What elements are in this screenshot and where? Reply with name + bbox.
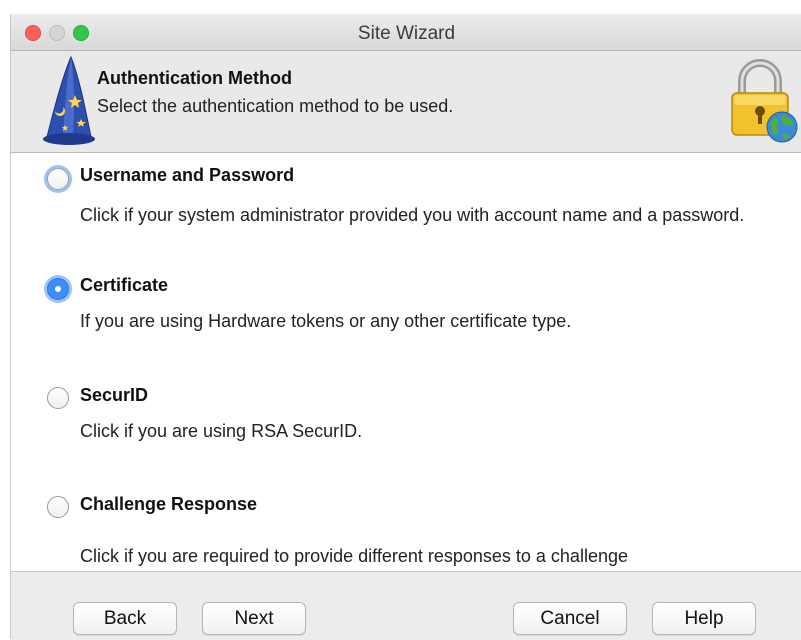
wizard-hat-icon: [43, 55, 95, 145]
radio-challenge-response[interactable]: [47, 496, 69, 518]
radio-securid[interactable]: [47, 387, 69, 409]
cancel-button[interactable]: Cancel: [513, 602, 627, 635]
back-button[interactable]: Back: [73, 602, 177, 635]
title-bar[interactable]: Site Wizard: [11, 14, 801, 51]
option-label[interactable]: SecurID: [80, 385, 148, 406]
auth-options-panel: Username and Password Click if your syst…: [11, 153, 801, 571]
option-label[interactable]: Challenge Response: [80, 494, 257, 515]
radio-username-password[interactable]: [47, 168, 69, 190]
option-description: Click if your system administrator provi…: [80, 205, 745, 225]
help-button[interactable]: Help: [652, 602, 756, 635]
option-description: Click if you are required to provide dif…: [80, 546, 628, 566]
lock-globe-icon: [731, 59, 798, 143]
header-subtitle: Select the authentication method to be u…: [97, 96, 454, 116]
window-title: Site Wizard: [357, 23, 456, 44]
header-title: Authentication Method: [97, 68, 292, 88]
option-label[interactable]: Username and Password: [80, 165, 294, 186]
wizard-header: Authentication Method Select the authent…: [11, 51, 801, 153]
option-label[interactable]: Certificate: [80, 275, 168, 296]
option-description: If you are using Hardware tokens or any …: [80, 311, 572, 331]
next-button[interactable]: Next: [202, 602, 306, 635]
radio-certificate[interactable]: [47, 278, 69, 300]
site-wizard-window: Site Wizard Authentication Method Select…: [10, 14, 801, 640]
option-description: Click if you are using RSA SecurID.: [80, 421, 363, 441]
button-bar: Back Next Cancel Help: [11, 571, 801, 640]
